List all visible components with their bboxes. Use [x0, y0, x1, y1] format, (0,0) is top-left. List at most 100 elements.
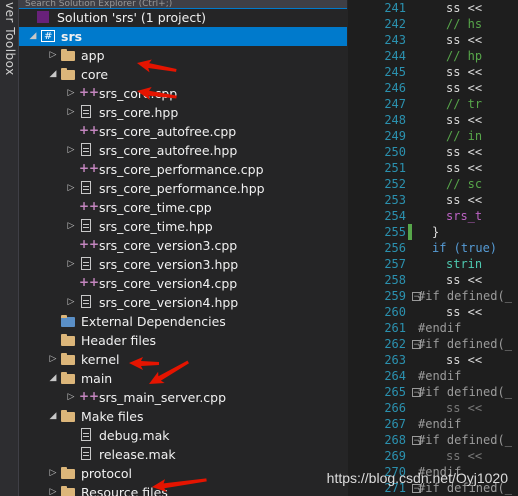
tree-item[interactable]: ++ srs_core_version4.cpp: [19, 274, 347, 293]
tree-item[interactable]: debug.mak: [19, 426, 347, 445]
code-line[interactable]: // hs: [446, 16, 482, 32]
code-line[interactable]: ss <<: [446, 160, 482, 176]
header-file-icon: [79, 257, 95, 272]
code-line[interactable]: #if defined(_: [418, 384, 512, 400]
code-line[interactable]: ss <<: [446, 352, 482, 368]
code-line[interactable]: // tr: [446, 96, 482, 112]
cpp-file-icon: ++: [79, 161, 100, 175]
folder-icon: [61, 333, 77, 348]
code-line[interactable]: ss <<: [446, 112, 482, 128]
code-line[interactable]: strin: [446, 256, 482, 272]
code-line[interactable]: ss <<: [446, 64, 482, 80]
expand-icon[interactable]: ▷: [65, 255, 77, 274]
line-number: 241: [384, 1, 406, 15]
code-editor[interactable]: 241 ss << 242 // hs 243 ss << 244 // hp 245 ss <<…: [348, 0, 518, 496]
code-line[interactable]: ss <<: [446, 272, 482, 288]
tree-item[interactable]: ▷ Resource files: [19, 483, 347, 496]
line-number: 262: [384, 337, 406, 351]
expand-icon[interactable]: ▷: [65, 293, 77, 312]
folder-icon: [61, 48, 77, 63]
expand-icon[interactable]: ▷: [47, 46, 59, 65]
code-line[interactable]: ss <<: [446, 400, 482, 416]
tree-item-label: srs_core_version3.cpp: [99, 238, 238, 253]
code-line[interactable]: // sc: [446, 176, 482, 192]
expand-icon[interactable]: ▷: [47, 483, 59, 496]
watermark-text: https://blog.csdn.net/Oyj1020: [326, 470, 508, 486]
expand-icon[interactable]: ▷: [65, 84, 77, 103]
tree-item-label: External Dependencies: [81, 314, 226, 329]
code-line[interactable]: #if defined(_: [418, 288, 512, 304]
code-line[interactable]: ss <<: [446, 304, 482, 320]
toolbox-strip[interactable]: ver Toolbox: [0, 0, 19, 496]
tree-item[interactable]: ▷ protocol: [19, 464, 347, 483]
code-line[interactable]: ss <<: [446, 32, 482, 48]
expand-icon[interactable]: ▷: [65, 388, 77, 407]
tree-item[interactable]: Header files: [19, 331, 347, 350]
cpp-file-icon: ++: [79, 389, 100, 403]
code-line[interactable]: ss <<: [446, 144, 482, 160]
tree-item[interactable]: release.mak: [19, 445, 347, 464]
expand-icon[interactable]: ▷: [65, 217, 77, 236]
code-line[interactable]: ss <<: [446, 80, 482, 96]
code-line[interactable]: #if defined(_: [418, 432, 512, 448]
tree-item[interactable]: ◢ core: [19, 65, 347, 84]
tree-item[interactable]: ▷ srs_core_performance.hpp: [19, 179, 347, 198]
tree-item[interactable]: ◢ main: [19, 369, 347, 388]
code-line[interactable]: #endif: [418, 320, 461, 336]
tree-item-label: srs_core_version3.hpp: [99, 257, 239, 272]
code-line[interactable]: if (true): [432, 240, 497, 256]
tree-item[interactable]: ▷ ++ srs_main_server.cpp: [19, 388, 347, 407]
code-line[interactable]: ss <<: [446, 448, 482, 464]
collapse-icon[interactable]: ◢: [47, 407, 59, 426]
tree-item-label: Make files: [81, 409, 144, 424]
tree-item[interactable]: ++ srs_core_version3.cpp: [19, 236, 347, 255]
code-line[interactable]: #if defined(_: [418, 336, 512, 352]
header-file-icon: [79, 295, 95, 310]
code-line[interactable]: #endif: [418, 368, 461, 384]
tree-item[interactable]: ▷ srs_core_autofree.hpp: [19, 141, 347, 160]
code-line[interactable]: }: [432, 224, 439, 240]
tree-item[interactable]: ▷ srs_core_version4.hpp: [19, 293, 347, 312]
tree-item[interactable]: ▷ kernel: [19, 350, 347, 369]
collapse-icon[interactable]: ◢: [47, 369, 59, 388]
tree-item[interactable]: Solution 'srs' (1 project): [19, 8, 347, 27]
tree-item[interactable]: ++ srs_core_time.cpp: [19, 198, 347, 217]
tree-item[interactable]: ++ srs_core_performance.cpp: [19, 160, 347, 179]
line-number: 256: [384, 241, 406, 255]
collapse-icon[interactable]: ◢: [27, 27, 39, 46]
expand-icon[interactable]: ▷: [65, 141, 77, 160]
folder-icon: [61, 409, 77, 424]
project-icon: [41, 27, 57, 46]
tree-item-label: srs_main_server.cpp: [99, 390, 227, 405]
code-line[interactable]: #endif: [418, 416, 461, 432]
tree-item[interactable]: ++ srs_core_autofree.cpp: [19, 122, 347, 141]
tree-item[interactable]: External Dependencies: [19, 312, 347, 331]
expand-icon[interactable]: ▷: [47, 464, 59, 483]
line-number: 255: [384, 225, 406, 239]
expand-icon[interactable]: ▷: [65, 179, 77, 198]
expand-icon[interactable]: ▷: [65, 103, 77, 122]
tree-item[interactable]: ▷ app: [19, 46, 347, 65]
code-line[interactable]: ss <<: [446, 0, 482, 16]
tree-item[interactable]: ▷ srs_core_time.hpp: [19, 217, 347, 236]
no-expander: [65, 160, 77, 179]
tree-item[interactable]: ▷ ++ srs_core.cpp: [19, 84, 347, 103]
code-line[interactable]: ss <<: [446, 192, 482, 208]
code-line[interactable]: srs_t: [446, 208, 482, 224]
line-number: 267: [384, 417, 406, 431]
toolbox-label[interactable]: ver Toolbox: [1, 2, 17, 122]
cpp-file-icon: ++: [79, 123, 100, 137]
line-number: 253: [384, 193, 406, 207]
code-line[interactable]: // in: [446, 128, 482, 144]
expand-icon[interactable]: ▷: [47, 350, 59, 369]
header-file-icon: [79, 143, 95, 158]
code-line[interactable]: // hp: [446, 48, 482, 64]
line-number: 259: [384, 289, 406, 303]
tree-item[interactable]: ▷ srs_core.hpp: [19, 103, 347, 122]
tree-item[interactable]: ◢ Make files: [19, 407, 347, 426]
tree-item[interactable]: ▷ srs_core_version3.hpp: [19, 255, 347, 274]
line-number: 261: [384, 321, 406, 335]
collapse-icon[interactable]: ◢: [47, 65, 59, 84]
tree-item[interactable]: ◢ srs: [19, 27, 347, 46]
no-expander: [65, 198, 77, 217]
